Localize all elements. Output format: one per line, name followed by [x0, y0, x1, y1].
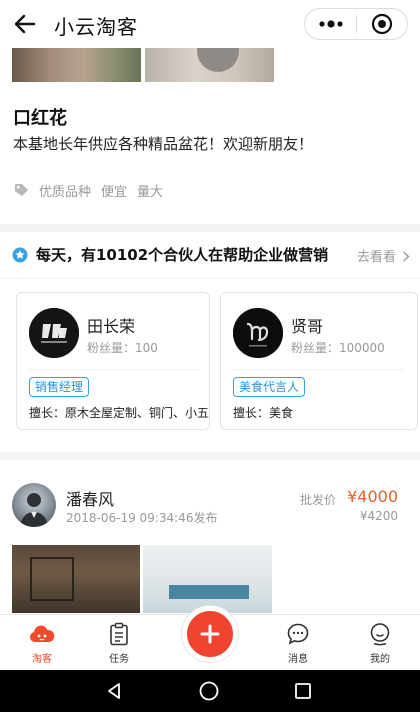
tag-icon: [13, 183, 29, 199]
nav-header: 小云淘客: [0, 0, 420, 48]
plus-icon: [200, 624, 220, 644]
system-home-button[interactable]: [197, 679, 221, 703]
post-photos[interactable]: [12, 545, 272, 613]
tab-taoke[interactable]: 淘客: [0, 615, 84, 671]
partner-skill: 擅长：美食: [233, 406, 294, 420]
back-button[interactable]: [12, 11, 38, 37]
more-dots-icon: [318, 20, 343, 28]
tab-label: 淘客: [32, 654, 52, 665]
price-label: 批发价: [300, 493, 337, 507]
section-divider: [0, 224, 420, 232]
shop-name: 口红花: [13, 108, 67, 129]
post-price: ¥4000: [347, 487, 398, 506]
tag-item: 优质品种: [39, 185, 92, 200]
square-recents-icon: [295, 683, 311, 699]
post-photo[interactable]: [143, 545, 272, 613]
partner-card[interactable]: 田长荣 粉丝量：100 销售经理 擅长：原木全屋定制、铜门、小五: [16, 292, 210, 430]
avatar: [29, 308, 79, 358]
clipboard-icon: [106, 621, 132, 647]
tab-label: 任务: [109, 654, 129, 665]
tab-messages[interactable]: 消息: [256, 615, 340, 671]
publish-button[interactable]: [182, 606, 238, 662]
system-nav-bar: [0, 670, 420, 712]
miniprogram-capsule: [304, 8, 408, 40]
tab-tasks[interactable]: 任务: [77, 615, 161, 671]
avatar[interactable]: [12, 483, 56, 527]
partners-title: 每天，有10102个合伙人在帮助企业做营销: [36, 246, 329, 264]
system-back-button[interactable]: [102, 679, 126, 703]
more-button[interactable]: [305, 9, 356, 39]
section-divider: [0, 452, 420, 460]
partners-more-link[interactable]: 去看看: [357, 246, 410, 265]
partner-fans: 粉丝量：100000: [291, 341, 385, 355]
divider: [0, 278, 420, 279]
post-photo[interactable]: [12, 545, 140, 613]
shop-tags: 优质品种 便宜 量大: [13, 181, 163, 200]
system-recents-button[interactable]: [291, 679, 315, 703]
app-screen: 小云淘客 口红花 本基地长年供应各种精品盆花！欢迎新朋友！ 优质品种 便宜 量大…: [0, 0, 420, 712]
tab-label: 我的: [370, 654, 390, 665]
tag-item: 量大: [137, 185, 164, 200]
partner-fans: 粉丝量：100: [87, 341, 158, 355]
partner-name: 贤哥: [291, 317, 324, 336]
page-title: 小云淘客: [54, 15, 138, 39]
star-badge-icon: [12, 247, 28, 263]
post-author-name: 潘春风: [66, 490, 115, 509]
post-timestamp: 2018-06-19 09:34:46发布: [66, 511, 218, 525]
shop-description: 本基地长年供应各种精品盆花！欢迎新朋友！: [13, 135, 314, 153]
post-original-price: ¥4200: [359, 509, 398, 523]
partner-badge: 销售经理: [29, 377, 90, 397]
divider: [29, 369, 199, 370]
tab-profile[interactable]: 我的: [338, 615, 420, 671]
cloud-home-icon: [29, 621, 55, 647]
circle-home-icon: [199, 681, 219, 701]
arrow-left-icon: [14, 14, 36, 34]
shop-photo-strip[interactable]: [12, 48, 274, 82]
divider: [233, 369, 403, 370]
chat-bubble-icon: [285, 621, 311, 647]
partner-skill: 擅长：原木全屋定制、铜门、小五: [29, 406, 210, 420]
user-smile-icon: [367, 621, 393, 647]
chevron-right-icon: [403, 251, 410, 262]
tag-item: 便宜: [101, 185, 128, 200]
target-close-icon: [371, 13, 393, 35]
partner-card[interactable]: 贤哥 粉丝量：100000 美食代言人 擅长：美食: [220, 292, 418, 430]
close-button[interactable]: [357, 9, 407, 39]
shop-photo[interactable]: [12, 48, 141, 82]
partner-badge: 美食代言人: [233, 377, 306, 397]
shop-photo[interactable]: [145, 48, 274, 82]
partner-name: 田长荣: [87, 317, 136, 336]
triangle-back-icon: [108, 683, 120, 699]
tab-label: 消息: [288, 654, 308, 665]
partners-more-label: 去看看: [356, 250, 396, 265]
avatar: [233, 308, 283, 358]
